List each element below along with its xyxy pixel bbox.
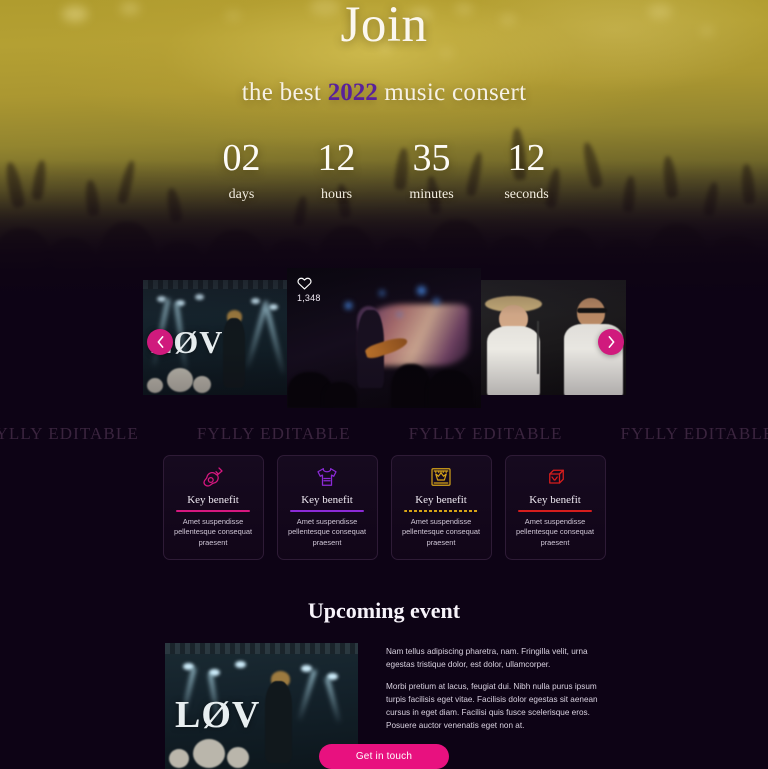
benefit-rule (518, 510, 592, 512)
carousel-prev-button[interactable] (147, 329, 173, 355)
benefit-text: Amet suspendisse pellentesque consequat … (287, 516, 367, 547)
benefit-card-guitar[interactable]: Key benefit Amet suspendisse pellentesqu… (162, 455, 264, 560)
tshirt-icon (317, 468, 337, 486)
tshirt-icon-wrap (315, 464, 339, 490)
event-paragraph-2: Morbi pretium at lacus, feugiat dui. Nib… (386, 681, 598, 730)
chevron-right-icon (608, 336, 614, 348)
hero-section: Join the best 2022 music consert 02 days… (0, 0, 768, 300)
countdown-label-seconds: seconds (504, 186, 549, 202)
carousel-slide-guitarist[interactable]: 1,348 (287, 268, 481, 408)
like-count: 1,348 (297, 293, 321, 303)
benefit-card-drum[interactable]: Key benefit Amet suspendisse pellentesqu… (504, 455, 606, 560)
countdown-unit-minutes: 35 minutes (384, 137, 479, 203)
countdown-value-minutes: 35 (412, 137, 451, 179)
heart-icon (297, 277, 312, 290)
countdown-unit-hours: 12 hours (289, 137, 384, 203)
hero-subtitle-before: the best (241, 79, 328, 106)
like-badge[interactable]: 1,348 (297, 276, 321, 303)
countdown-label-days: days (228, 186, 255, 202)
countdown-unit-days: 02 days (194, 137, 289, 203)
benefit-title: Key benefit (415, 494, 467, 506)
benefit-rule (290, 510, 364, 512)
hero-subtitle-year: 2022 (327, 79, 378, 106)
photo-carousel[interactable]: LØV (0, 268, 768, 418)
landing-page: Join the best 2022 music consert 02 days… (0, 0, 768, 769)
cta-container: Get in touch (0, 744, 768, 769)
benefit-text: Amet suspendisse pellentesque consequat … (515, 516, 595, 547)
benefit-title: Key benefit (187, 494, 239, 506)
countdown-unit-seconds: 12 seconds (479, 137, 574, 203)
marquee-track: FYLLY EDITABLE FYLLY EDITABLE FYLLY EDIT… (0, 424, 768, 444)
hero-subtitle: the best 2022 music consert (0, 79, 768, 107)
guitar-icon (203, 467, 223, 487)
carousel-next-button[interactable] (598, 329, 624, 355)
get-in-touch-button[interactable]: Get in touch (319, 744, 449, 769)
upcoming-photo-caption: LØV (175, 694, 261, 736)
countdown-value-hours: 12 (317, 137, 356, 179)
chevron-left-icon (157, 336, 163, 348)
countdown-timer: 02 days 12 hours 35 minutes 12 seconds (194, 137, 574, 203)
ticket-crown-icon (431, 468, 451, 486)
marquee-item: FYLLY EDITABLE (196, 424, 351, 443)
drum-icon (549, 469, 564, 484)
countdown-label-hours: hours (320, 186, 353, 202)
guitar-icon-wrap (201, 464, 225, 490)
event-paragraph-1: Nam tellus adipiscing pharetra, nam. Fri… (386, 647, 588, 669)
benefit-title: Key benefit (301, 494, 353, 506)
benefit-card-tshirt[interactable]: Key benefit Amet suspendisse pellentesqu… (276, 455, 378, 560)
marquee-item: FYLLY EDITABLE (620, 424, 768, 443)
benefit-title: Key benefit (529, 494, 581, 506)
ticket-crown-icon-wrap (429, 464, 453, 490)
countdown-value-days: 02 (222, 137, 261, 179)
countdown-value-seconds: 12 (507, 137, 546, 179)
benefit-card-ticket-crown[interactable]: Key benefit Amet suspendisse pellentesqu… (390, 455, 492, 560)
countdown-label-minutes: minutes (409, 186, 454, 202)
benefit-rule (404, 510, 478, 512)
marquee-item: FYLLY EDITABLE (408, 424, 563, 443)
page-title: Join (340, 0, 428, 53)
drum-icon-wrap (543, 464, 567, 490)
benefit-text: Amet suspendisse pellentesque consequat … (173, 516, 253, 547)
benefit-rule (176, 510, 250, 512)
upcoming-event-title: Upcoming event (307, 598, 461, 623)
marquee-banner: FYLLY EDITABLE FYLLY EDITABLE FYLLY EDIT… (0, 418, 768, 450)
benefit-cards: Key benefit Amet suspendisse pellentesqu… (0, 455, 768, 560)
marquee-item: FYLLY EDITABLE (0, 424, 139, 443)
hero-subtitle-after: music consert (377, 79, 527, 106)
benefit-text: Amet suspendisse pellentesque consequat … (401, 516, 481, 547)
